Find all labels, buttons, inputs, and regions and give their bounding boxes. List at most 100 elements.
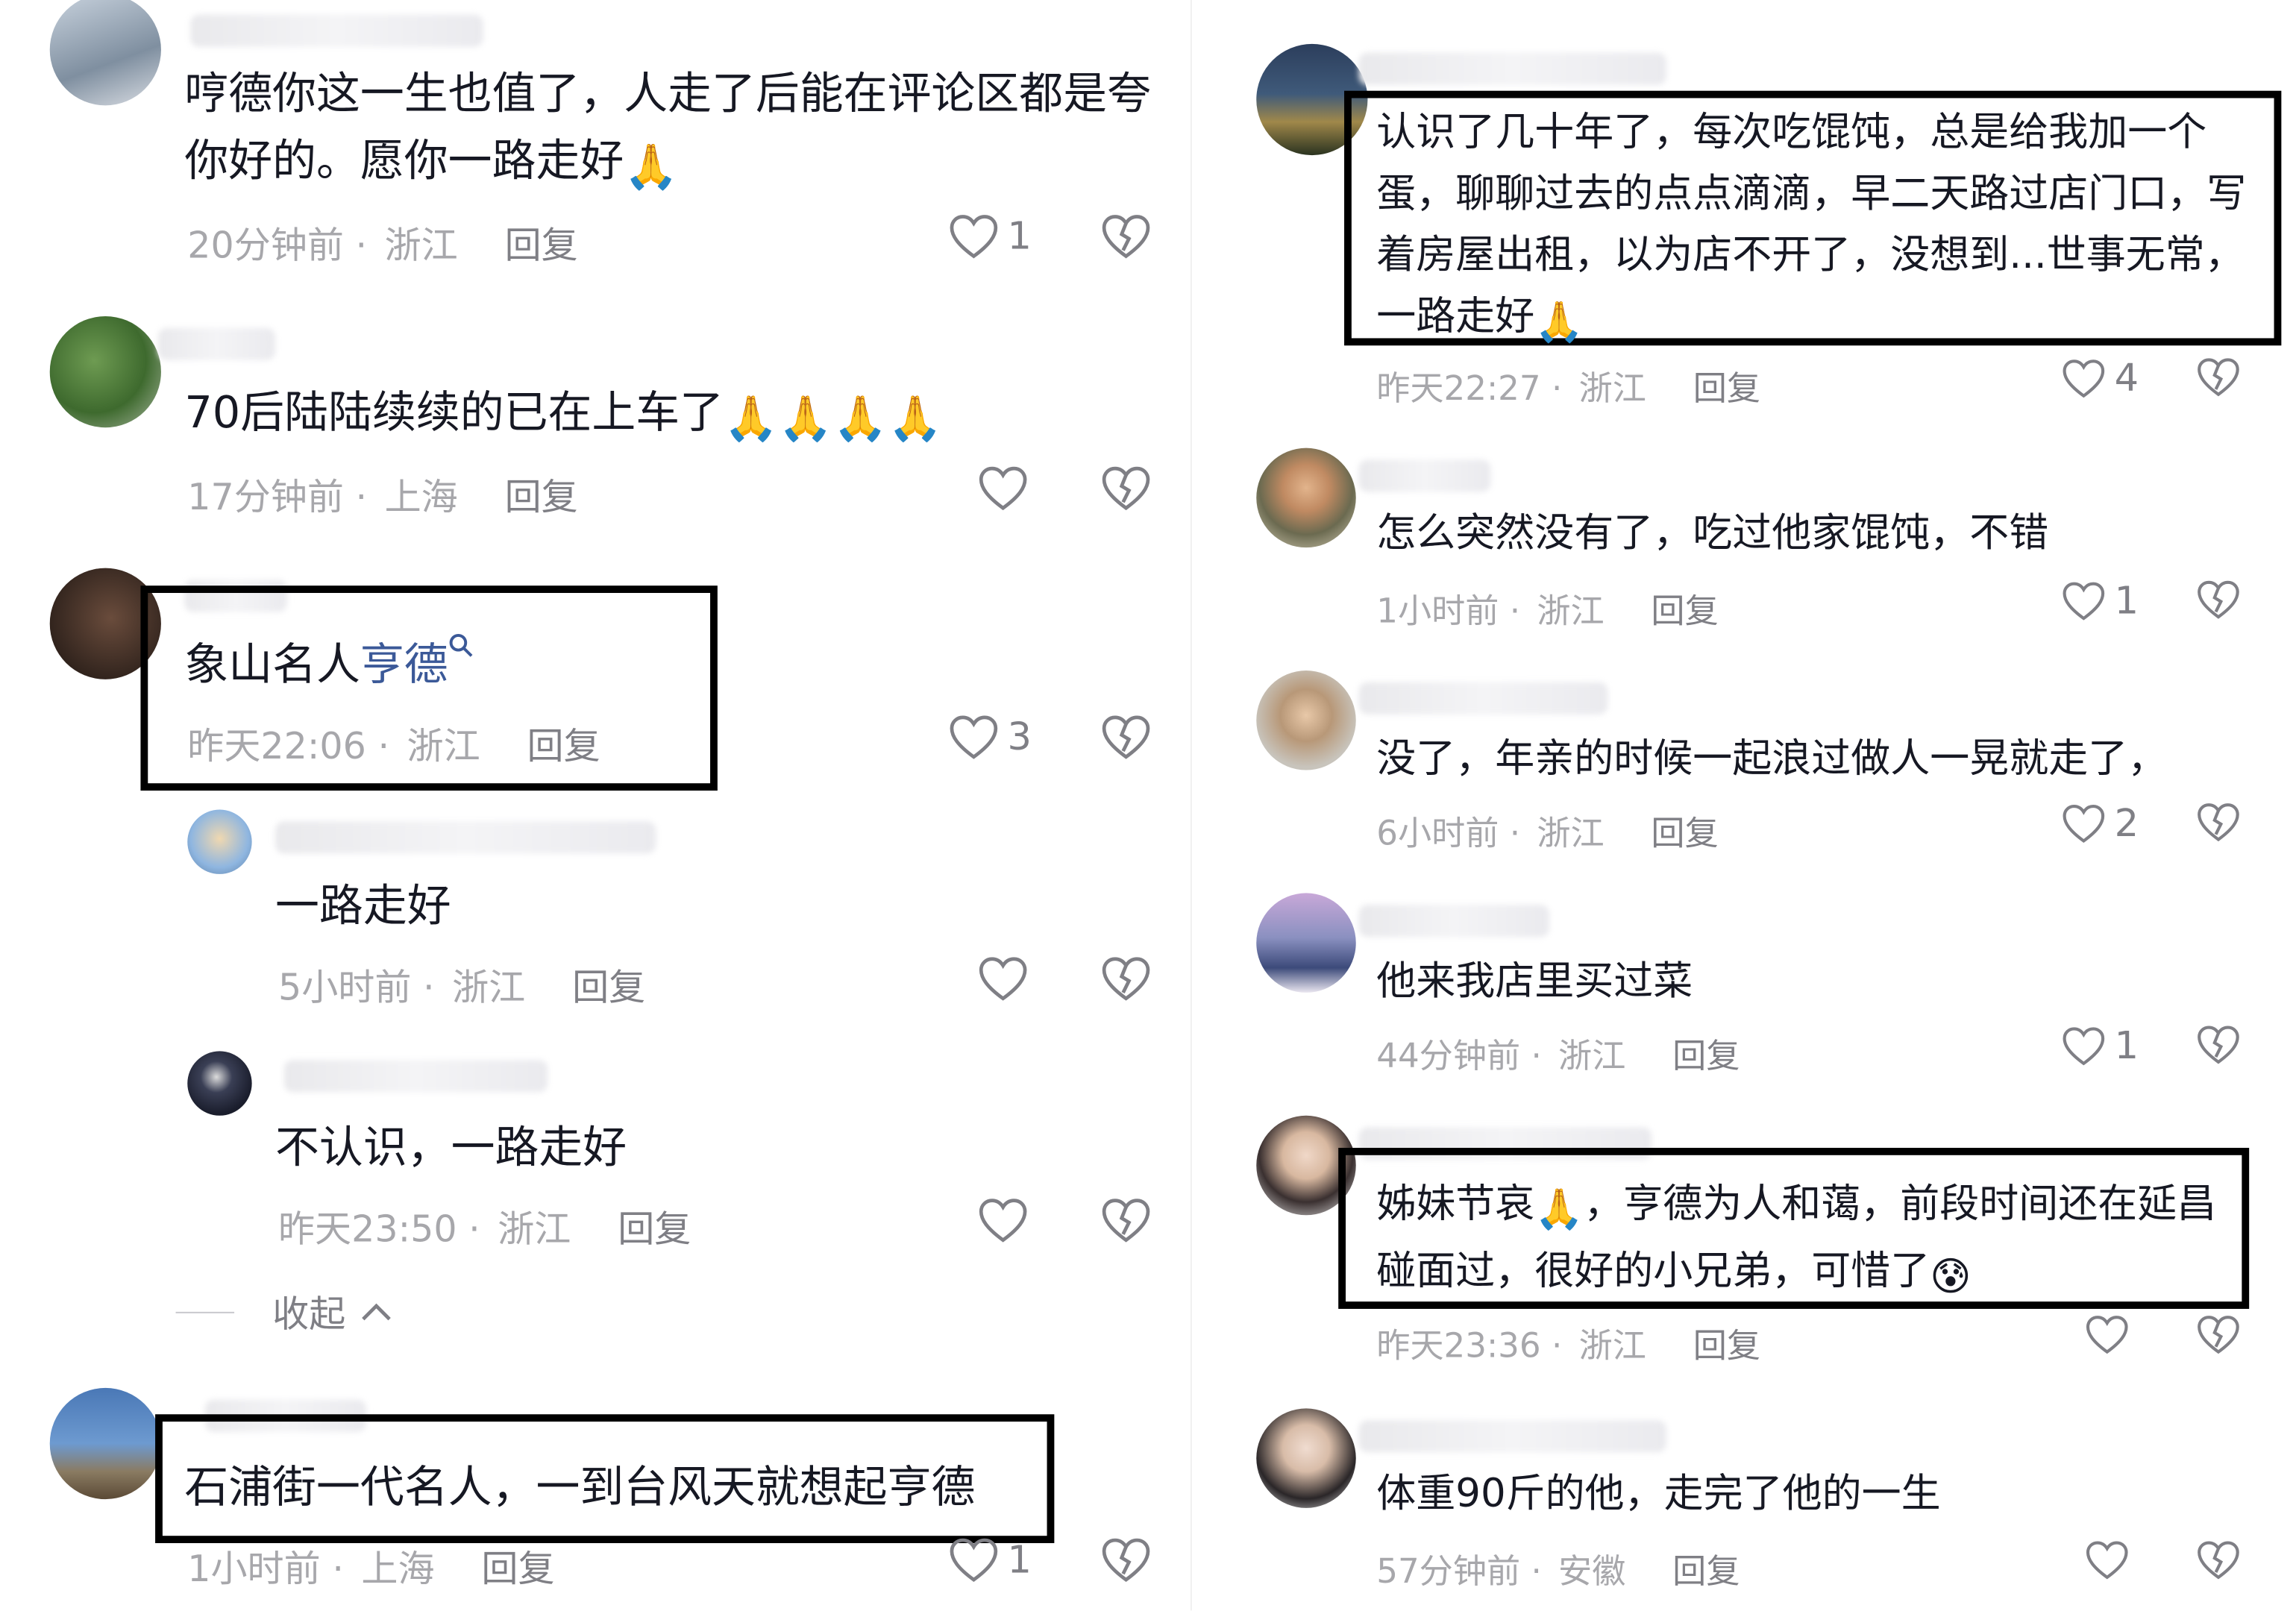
avatar[interactable] — [1256, 893, 1356, 993]
like-button[interactable]: 1 — [2062, 1025, 2139, 1069]
avatar[interactable] — [1256, 1408, 1356, 1508]
comment-text: 象山名人亨德 — [184, 632, 712, 700]
comment-text: 一路走好 — [275, 881, 451, 933]
heart-icon — [2086, 1316, 2128, 1354]
reply-button[interactable]: 回复 — [572, 967, 645, 1009]
dislike-button[interactable] — [2197, 1025, 2241, 1066]
avatar[interactable] — [49, 1387, 161, 1500]
like-button[interactable]: 4 — [2062, 357, 2139, 401]
like-button[interactable] — [978, 956, 1037, 1003]
avatar[interactable] — [1256, 448, 1356, 548]
pray-emoji: 🙏 — [1534, 300, 1584, 346]
dislike-button[interactable] — [1101, 956, 1151, 1003]
avatar[interactable] — [49, 316, 161, 428]
avatar[interactable] — [49, 0, 161, 106]
comment-text: 石浦街一代名人，一到台风天就想起亨德 — [184, 1463, 976, 1514]
dislike-button[interactable] — [2197, 1540, 2241, 1581]
reply-button[interactable]: 回复 — [481, 1548, 554, 1590]
comment-text: 怎么突然没有了，吃过他家馄饨，不错 — [1376, 511, 2049, 556]
dislike-button[interactable] — [1101, 715, 1151, 761]
dislike-button[interactable] — [1101, 1198, 1151, 1245]
like-count: 1 — [2114, 580, 2139, 624]
username-blurred[interactable] — [190, 14, 483, 47]
dislike-button[interactable] — [2197, 580, 2241, 621]
username-blurred[interactable] — [1358, 52, 1666, 85]
comment-meta: 昨天23:36 · 浙江 回复 — [1376, 1328, 1760, 1366]
username-blurred[interactable] — [1358, 682, 1608, 715]
reply-button[interactable]: 回复 — [527, 725, 600, 767]
broken-heart-icon — [1102, 715, 1150, 759]
reply-button[interactable]: 回复 — [1693, 1328, 1760, 1366]
dislike-button[interactable] — [2197, 1315, 2241, 1356]
comment-meta: 44分钟前 · 浙江 回复 — [1376, 1037, 1740, 1076]
like-button[interactable]: 2 — [2062, 803, 2139, 847]
like-button[interactable]: 1 — [949, 1537, 1032, 1584]
broken-heart-icon — [2198, 358, 2239, 397]
avatar[interactable] — [187, 1051, 252, 1116]
comment: 他来我店里买过菜 44分钟前 · 浙江 回复 1 — [1212, 885, 2296, 1090]
comment-text: 70后陆陆续续的已在上车了🙏🙏🙏🙏 — [184, 380, 1180, 453]
like-button[interactable] — [978, 465, 1037, 512]
comment-column-right: 认识了几十年了，每次吃馄饨，总是给我加一个蛋，聊聊过去的点点滴滴，早二天路过店门… — [1212, 0, 2296, 1611]
comment-column-left: 哼德你这一生也值了，人走了后能在评论区都是夸你好的。愿你一路走好🙏 20分钟前 … — [0, 0, 1172, 1611]
username-blurred[interactable] — [158, 327, 276, 360]
reply-button[interactable]: 回复 — [1651, 593, 1718, 631]
reply-button[interactable]: 回复 — [1651, 815, 1718, 853]
comment-meta: 昨天22:27 · 浙江 回复 — [1376, 370, 1760, 409]
collapse-replies-button[interactable]: 收起 — [175, 1286, 393, 1339]
like-count: 3 — [1007, 715, 1032, 760]
comment-meta: 1小时前 · 上海 回复 — [187, 1547, 555, 1590]
dislike-button[interactable] — [1101, 465, 1151, 512]
comment-meta: 6小时前 · 浙江 回复 — [1376, 815, 1719, 854]
heart-icon — [979, 1199, 1027, 1243]
like-button[interactable]: 3 — [949, 715, 1032, 761]
broken-heart-icon — [1102, 1538, 1150, 1582]
reply-button[interactable]: 回复 — [1693, 371, 1760, 409]
username-blurred[interactable] — [1358, 905, 1549, 938]
username-blurred[interactable] — [1358, 1420, 1666, 1453]
comment-text: 姊妹节哀🙏，亨德为人和蔼，前段时间还在延昌碰面过，很好的小兄弟，可惜了😰 — [1376, 1174, 2240, 1309]
reply-button[interactable]: 回复 — [618, 1208, 691, 1250]
hashtag-link[interactable]: 亨德 — [360, 640, 448, 691]
broken-heart-icon — [1102, 957, 1150, 1001]
broken-heart-icon — [2198, 803, 2239, 842]
comment-meta: 57分钟前 · 安徽 回复 — [1376, 1553, 1740, 1592]
comment-text: 哼德你这一生也值了，人走了后能在评论区都是夸你好的。愿你一路走好🙏 — [184, 61, 1180, 201]
reply-button[interactable]: 回复 — [505, 476, 578, 518]
reply-button[interactable]: 回复 — [505, 224, 578, 266]
like-count: 1 — [1007, 215, 1032, 260]
comment-meta: 昨天23:50 · 浙江 回复 — [277, 1208, 691, 1251]
like-button[interactable]: 1 — [2062, 580, 2139, 624]
heart-icon — [950, 1538, 998, 1582]
broken-heart-icon — [1102, 466, 1150, 511]
comment-meta: 1小时前 · 浙江 回复 — [1376, 593, 1719, 632]
search-icon[interactable] — [448, 632, 474, 659]
avatar[interactable] — [187, 809, 252, 874]
like-button[interactable] — [978, 1198, 1037, 1245]
dislike-button[interactable] — [2197, 803, 2241, 844]
reply-button[interactable]: 回复 — [1672, 1554, 1740, 1592]
crying-emoji: 😰 — [1930, 1254, 1972, 1301]
like-button[interactable]: 1 — [949, 214, 1032, 261]
dislike-button[interactable] — [1101, 214, 1151, 261]
heart-icon — [2086, 1541, 2128, 1580]
reply-button[interactable]: 回复 — [1672, 1038, 1740, 1076]
like-button[interactable] — [2085, 1315, 2138, 1356]
broken-heart-icon — [2198, 1316, 2239, 1354]
username-blurred[interactable] — [1358, 459, 1491, 492]
divider — [175, 1310, 235, 1313]
comment: 姊妹节哀🙏，亨德为人和蔼，前段时间还在延昌碰面过，很好的小兄弟，可惜了😰 昨天2… — [1212, 1107, 2296, 1385]
comment: 石浦街一代名人，一到台风天就想起亨德 1小时前 · 上海 回复 1 — [0, 1376, 1171, 1610]
like-count: 1 — [2114, 1025, 2139, 1069]
like-button[interactable] — [2085, 1540, 2138, 1581]
comment-text: 认识了几十年了，每次吃馄饨，总是给我加一个蛋，聊聊过去的点点滴滴，早二天路过店门… — [1376, 102, 2255, 354]
username-blurred[interactable] — [283, 1060, 548, 1093]
username-blurred[interactable] — [275, 821, 656, 854]
comment-meta: 17分钟前 · 上海 回复 — [187, 475, 578, 518]
comment: 认识了几十年了，每次吃馄饨，总是给我加一个蛋，聊聊过去的点点滴滴，早二天路过店门… — [1212, 0, 2296, 424]
dislike-button[interactable] — [2197, 357, 2241, 398]
avatar[interactable] — [1256, 671, 1356, 770]
pray-emoji: 🙏 — [1534, 1187, 1584, 1233]
dislike-button[interactable] — [1101, 1537, 1151, 1584]
chevron-up-icon — [362, 1303, 391, 1321]
